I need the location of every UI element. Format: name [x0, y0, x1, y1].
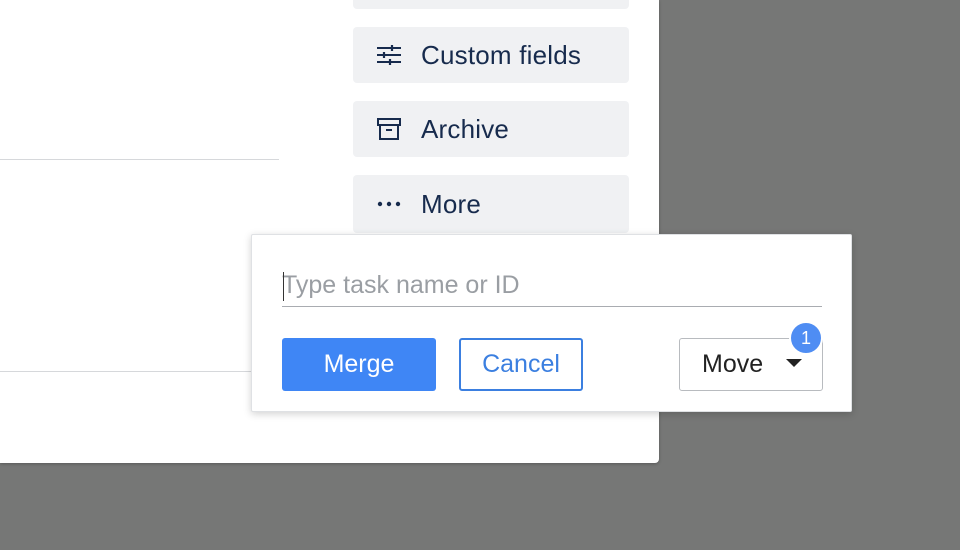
- sidebar-item-partial[interactable]: [353, 0, 629, 9]
- section-divider: [0, 371, 255, 372]
- text-cursor: [283, 272, 284, 301]
- archive-box-icon: [375, 115, 403, 143]
- archive-label: Archive: [421, 113, 510, 144]
- sliders-icon: [375, 41, 403, 69]
- more-label: More: [421, 188, 482, 219]
- custom-fields-button[interactable]: Custom fields: [353, 27, 629, 83]
- ellipsis-icon: [375, 190, 403, 218]
- section-divider: [0, 159, 279, 160]
- archive-button[interactable]: Archive: [353, 101, 629, 157]
- merge-task-popover: Merge Cancel Move 1: [251, 234, 852, 412]
- cancel-button[interactable]: Cancel: [459, 338, 583, 391]
- caret-down-icon: [786, 359, 802, 367]
- move-label: Move: [702, 350, 764, 378]
- task-search-input[interactable]: [282, 265, 822, 307]
- more-button[interactable]: More: [353, 175, 629, 233]
- custom-fields-label: Custom fields: [421, 39, 582, 70]
- count-badge: 1: [789, 321, 823, 355]
- merge-button[interactable]: Merge: [282, 338, 436, 391]
